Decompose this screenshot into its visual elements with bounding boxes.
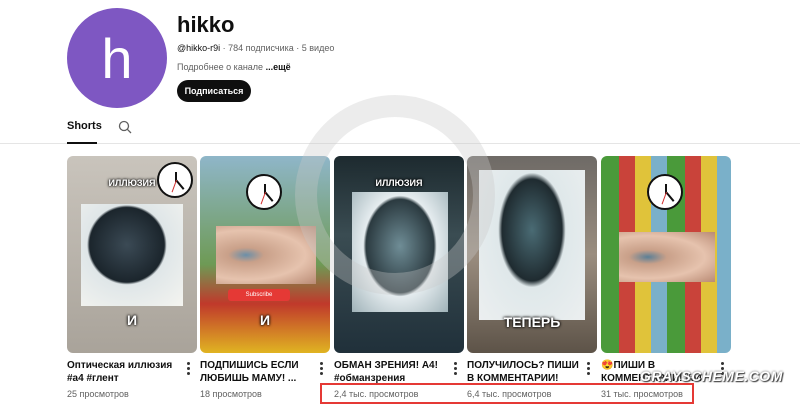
inverted-face-image <box>81 204 183 306</box>
channel-description[interactable]: Подробнее о канале ...ещё <box>177 62 291 72</box>
short-views: 6,4 тыс. просмотров <box>467 389 552 399</box>
more-options-icon[interactable] <box>450 362 460 378</box>
subscribe-badge: Subscribe <box>228 289 290 301</box>
subscribe-button[interactable]: Подписаться <box>177 80 251 102</box>
more-link[interactable]: ...ещё <box>266 62 291 72</box>
channel-meta: @hikko-r9i · 784 подписчика · 5 видео <box>177 43 334 53</box>
more-options-icon[interactable] <box>583 362 593 378</box>
channel-tabs: Shorts <box>0 112 800 144</box>
short-views: 2,4 тыс. просмотров <box>334 389 419 399</box>
short-thumbnail[interactable]: Subscribe И <box>200 156 330 353</box>
short-thumbnail[interactable]: ИЛЛЮЗИЯ И <box>67 156 197 353</box>
thumb-overlay-word: ТЕПЕРЬ <box>503 314 561 330</box>
short-title[interactable]: ОБМАН ЗРЕНИЯ! А4! #обманзрения #фоку... <box>334 359 446 385</box>
channel-handle: @hikko-r9i <box>177 43 221 53</box>
clock-icon <box>246 174 282 210</box>
clock-icon <box>157 162 193 198</box>
inverted-face-image <box>352 192 448 312</box>
short-title[interactable]: ПОДПИШИСЬ ЕСЛИ ЛЮБИШЬ МАМУ! ... <box>200 359 312 385</box>
short-thumbnail[interactable]: ТЕПЕРЬ <box>467 156 597 353</box>
thumb-caption: ИЛЛЮЗИЯ <box>375 178 423 188</box>
short-thumbnail[interactable]: ИЛЛЮЗИЯ <box>334 156 464 353</box>
short-card[interactable]: ТЕПЕРЬ ПОЛУЧИЛОСЬ? ПИШИ В КОММЕНТАРИИ! #… <box>467 156 597 399</box>
short-card[interactable]: ИЛЛЮЗИЯ ОБМАН ЗРЕНИЯ! А4! #обманзрения #… <box>334 156 464 399</box>
face-closeup-image <box>619 232 715 282</box>
short-title[interactable]: Оптическая иллюзия #а4 #глент <box>67 359 179 385</box>
more-options-icon[interactable] <box>183 362 193 378</box>
channel-stats: · 784 подписчика · 5 видео <box>220 43 335 53</box>
short-title[interactable]: ПОЛУЧИЛОСЬ? ПИШИ В КОММЕНТАРИИ! #а... <box>467 359 579 385</box>
short-card[interactable]: ИЛЛЮЗИЯ И Оптическая иллюзия #а4 #глент … <box>67 156 197 399</box>
tab-shorts[interactable]: Shorts <box>67 120 102 132</box>
short-views: 25 просмотров <box>67 389 129 399</box>
description-text: Подробнее о канале <box>177 62 266 72</box>
short-views: 18 просмотров <box>200 389 262 399</box>
thumb-overlay-word: И <box>259 312 271 328</box>
more-options-icon[interactable] <box>316 362 326 378</box>
short-thumbnail[interactable] <box>601 156 731 353</box>
tab-active-indicator <box>67 142 97 144</box>
channel-avatar[interactable]: h <box>67 8 167 108</box>
search-icon[interactable] <box>118 120 132 134</box>
short-card[interactable]: 😍ПИШИ В КОММЕНТАРИИ! #а4 31 тыс. просмот… <box>601 156 731 399</box>
channel-name: hikko <box>177 12 235 37</box>
face-closeup-image <box>216 226 316 284</box>
clock-icon <box>647 174 683 210</box>
avatar-letter: h <box>101 26 133 90</box>
thumb-overlay-word: И <box>126 312 138 328</box>
watermark-text: GRAYSCHEME.COM <box>640 368 783 384</box>
short-views: 31 тыс. просмотров <box>601 389 683 399</box>
inverted-face-image <box>479 170 585 320</box>
short-card[interactable]: Subscribe И ПОДПИШИСЬ ЕСЛИ ЛЮБИШЬ МАМУ! … <box>200 156 330 399</box>
